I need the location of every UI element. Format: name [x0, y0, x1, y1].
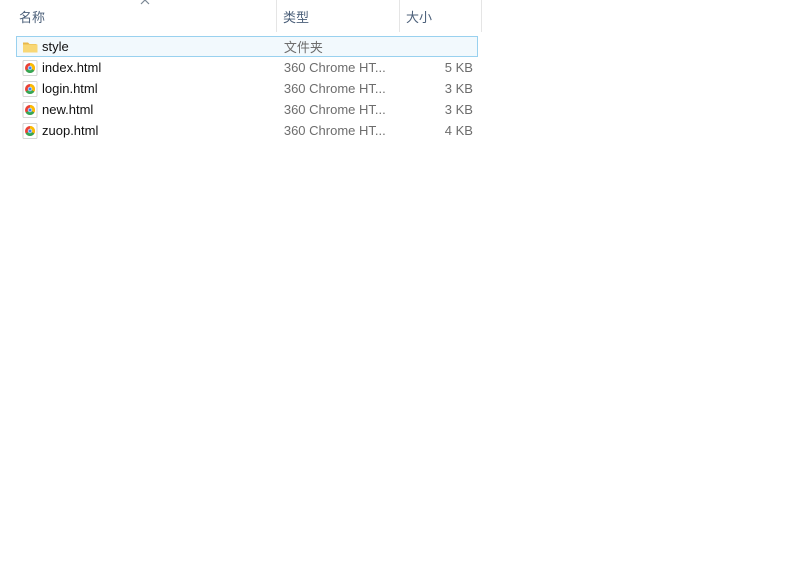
- file-row[interactable]: zuop.html 360 Chrome HT... 4 KB: [16, 120, 478, 141]
- column-header-row: 名称 类型 大小: [0, 0, 482, 32]
- file-row[interactable]: index.html 360 Chrome HT... 5 KB: [16, 57, 478, 78]
- column-header-size[interactable]: 大小: [400, 0, 482, 32]
- file-type: 360 Chrome HT...: [283, 102, 386, 117]
- file-row[interactable]: new.html 360 Chrome HT... 3 KB: [16, 99, 478, 120]
- file-size: 3 KB: [444, 102, 473, 117]
- file-name-cell: login.html: [17, 80, 278, 97]
- file-name: new.html: [42, 102, 94, 117]
- folder-icon: [22, 39, 38, 55]
- browser-html-icon: [22, 80, 38, 97]
- file-type: 360 Chrome HT...: [283, 123, 386, 138]
- file-name: style: [42, 39, 69, 54]
- file-name-cell: style: [17, 39, 278, 55]
- browser-html-icon: [22, 122, 38, 139]
- file-name-cell: index.html: [17, 59, 278, 76]
- file-row[interactable]: login.html 360 Chrome HT... 3 KB: [16, 78, 478, 99]
- file-explorer-details-view: 名称 类型 大小 style 文件夹 index.html 360 Chrome…: [0, 0, 800, 582]
- file-size: 4 KB: [444, 123, 473, 138]
- column-header-name[interactable]: 名称: [0, 0, 277, 32]
- file-name: index.html: [42, 60, 102, 75]
- browser-html-icon: [22, 101, 38, 118]
- column-header-type-label: 类型: [283, 9, 310, 25]
- column-header-type[interactable]: 类型: [277, 0, 400, 32]
- file-type: 360 Chrome HT...: [283, 60, 386, 75]
- file-name: login.html: [42, 81, 98, 96]
- file-name-cell: zuop.html: [17, 122, 278, 139]
- column-header-size-label: 大小: [406, 9, 433, 25]
- file-list: style 文件夹 index.html 360 Chrome HT... 5 …: [16, 36, 478, 141]
- file-size: 3 KB: [444, 81, 473, 96]
- file-type: 文件夹: [283, 40, 323, 55]
- file-type: 360 Chrome HT...: [283, 81, 386, 96]
- file-name: zuop.html: [42, 123, 99, 138]
- chevron-up-icon: [140, 0, 150, 6]
- column-header-name-label: 名称: [19, 9, 46, 25]
- file-name-cell: new.html: [17, 101, 278, 118]
- file-row[interactable]: style 文件夹: [16, 36, 478, 57]
- browser-html-icon: [22, 59, 38, 76]
- file-size: 5 KB: [444, 60, 473, 75]
